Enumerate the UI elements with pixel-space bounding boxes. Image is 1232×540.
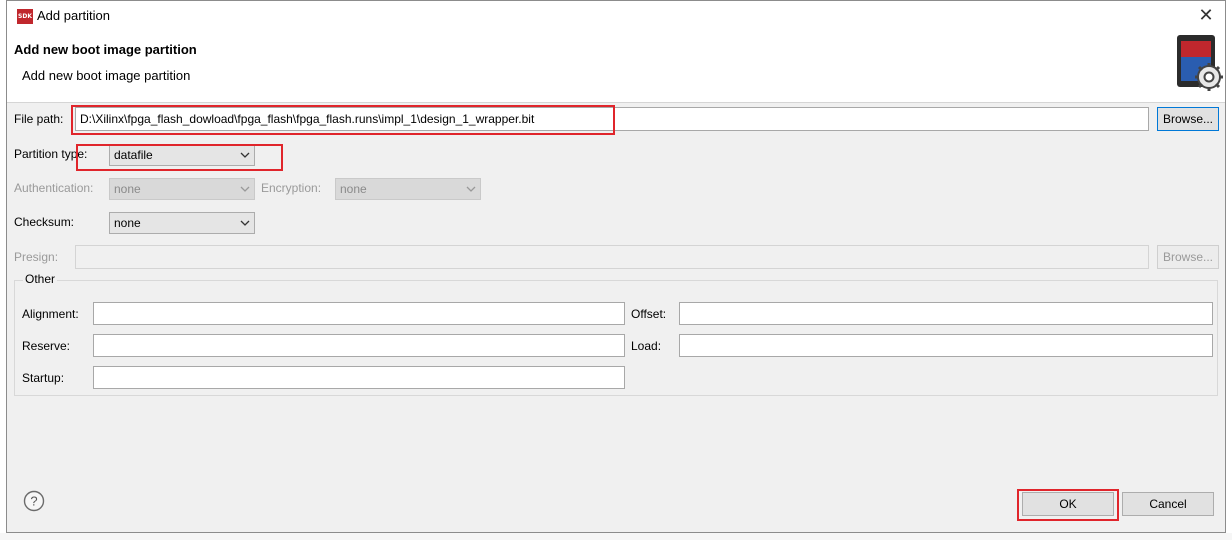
presign-browse-button: Browse... [1157, 245, 1219, 269]
other-group-title: Other [23, 272, 58, 286]
alignment-label: Alignment: [22, 307, 79, 321]
title-bar: SDK Add partition ✕ [7, 1, 1225, 32]
authentication-value: none [114, 182, 141, 196]
encryption-label: Encryption: [261, 181, 322, 195]
sdk-app-icon: SDK [17, 9, 33, 24]
ok-button[interactable]: OK [1022, 492, 1114, 516]
checksum-value: none [114, 216, 141, 230]
boot-image-gear-icon [1177, 35, 1223, 91]
header-message: Add new boot image partition [22, 68, 191, 83]
other-group: Other Alignment: Offset: Reserve: Load: … [14, 272, 1218, 396]
chevron-down-icon [466, 186, 476, 192]
background-window-strip [0, 533, 1232, 540]
startup-label: Startup: [22, 371, 65, 385]
offset-label: Offset: [631, 307, 667, 321]
encryption-value: none [340, 182, 367, 196]
help-icon[interactable]: ? [23, 490, 45, 512]
load-input[interactable] [679, 334, 1213, 357]
partition-type-select[interactable]: datafile [109, 144, 255, 166]
window-title: Add partition [37, 8, 110, 23]
reserve-label: Reserve: [22, 339, 71, 353]
header-title: Add new boot image partition [14, 42, 197, 57]
file-path-input[interactable]: D:\Xilinx\fpga_flash_dowload\fpga_flash\… [75, 107, 1149, 131]
offset-input[interactable] [679, 302, 1213, 325]
chevron-down-icon [240, 152, 250, 158]
dialog-header: Add new boot image partition Add new boo… [7, 32, 1225, 103]
load-label: Load: [631, 339, 662, 353]
chevron-down-icon [240, 220, 250, 226]
authentication-label: Authentication: [14, 181, 94, 195]
partition-type-label: Partition type: [14, 147, 88, 161]
file-path-label: File path: [14, 112, 64, 126]
help-glyph: ? [30, 494, 37, 509]
partition-type-value: datafile [114, 148, 153, 162]
presign-input [75, 245, 1149, 269]
presign-label: Presign: [14, 250, 59, 264]
close-icon[interactable]: ✕ [1195, 4, 1217, 26]
add-partition-dialog: SDK Add partition ✕ Add new boot image p… [6, 0, 1226, 533]
checksum-label: Checksum: [14, 215, 75, 229]
cancel-button[interactable]: Cancel [1122, 492, 1214, 516]
authentication-select: none [109, 178, 255, 200]
encryption-select: none [335, 178, 481, 200]
file-path-browse-button[interactable]: Browse... [1157, 107, 1219, 131]
reserve-input[interactable] [93, 334, 625, 357]
alignment-input[interactable] [93, 302, 625, 325]
checksum-select[interactable]: none [109, 212, 255, 234]
chevron-down-icon [240, 186, 250, 192]
startup-input[interactable] [93, 366, 625, 389]
